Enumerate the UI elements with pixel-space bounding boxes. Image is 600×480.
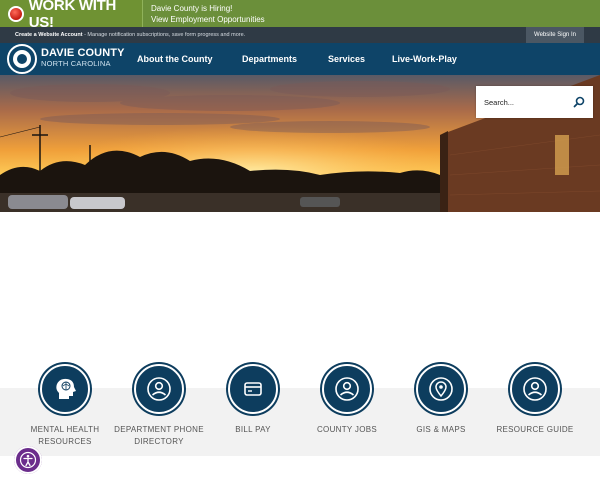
- quick-link-gis-maps[interactable]: GIS & MAPS: [391, 364, 491, 436]
- quick-link-circle[interactable]: [40, 364, 90, 414]
- nav-item-services[interactable]: Services: [328, 54, 365, 64]
- hiring-line-2: View Employment Opportunities: [151, 14, 265, 24]
- work-with-us-title: WORK WITH US!: [28, 0, 117, 31]
- account-message: Create a Website Account - Manage notifi…: [15, 32, 245, 38]
- brand-subtitle: NORTH CAROLINA: [41, 59, 111, 68]
- quick-link-label: MENTAL HEALTH RESOURCES: [30, 425, 100, 446]
- quick-link-circle[interactable]: [134, 364, 184, 414]
- red-dot-icon: [8, 5, 24, 22]
- quick-link-mental-health[interactable]: MENTAL HEALTH RESOURCES: [15, 364, 115, 448]
- work-with-us-badge[interactable]: WORK WITH US!: [0, 0, 143, 31]
- seal-emblem-icon: [13, 50, 31, 68]
- county-seal-logo[interactable]: [7, 44, 37, 74]
- nav-item-departments[interactable]: Departments: [242, 54, 297, 64]
- account-description: - Manage notification subscriptions, sav…: [82, 32, 246, 38]
- search-box: [476, 86, 593, 118]
- quick-link-circle[interactable]: [510, 364, 560, 414]
- quick-link-label: COUNTY JOBS: [316, 425, 378, 434]
- quick-link-circle[interactable]: [416, 364, 466, 414]
- create-account-link[interactable]: Create a Website Account: [15, 32, 83, 38]
- search-icon[interactable]: [573, 96, 585, 108]
- quick-link-county-jobs[interactable]: COUNTY JOBS: [297, 364, 397, 436]
- hiring-text[interactable]: Davie County is Hiring! View Employment …: [143, 0, 265, 27]
- quick-link-circle[interactable]: [322, 364, 372, 414]
- quick-link-label: DEPARTMENT PHONE DIRECTORY: [114, 425, 204, 446]
- brain-head-icon: [56, 378, 76, 399]
- quick-link-label: BILL PAY: [235, 425, 271, 434]
- quick-link-label: GIS & MAPS: [416, 425, 466, 434]
- quick-link-circle[interactable]: [228, 364, 278, 414]
- credit-card-icon: [244, 382, 262, 396]
- nav-item-about[interactable]: About the County: [137, 54, 213, 64]
- brand-link[interactable]: DAVIE COUNTY NORTH CAROLINA: [41, 48, 125, 69]
- accessibility-icon: [19, 451, 37, 469]
- quick-link-resource-guide[interactable]: RESOURCE GUIDE: [485, 364, 585, 436]
- person-icon: [335, 377, 359, 401]
- website-sign-in-button[interactable]: Website Sign In: [526, 27, 584, 43]
- person-icon: [523, 377, 547, 401]
- accessibility-button[interactable]: [14, 446, 42, 474]
- hiring-banner[interactable]: WORK WITH US! Davie County is Hiring! Vi…: [0, 0, 600, 31]
- quick-link-label: RESOURCE GUIDE: [496, 425, 574, 434]
- person-icon: [147, 377, 171, 401]
- account-bar: Create a Website Account - Manage notifi…: [0, 27, 600, 43]
- nav-item-live-work-play[interactable]: Live-Work-Play: [392, 54, 457, 64]
- brand-name: DAVIE COUNTY: [41, 47, 125, 59]
- main-nav: DAVIE COUNTY NORTH CAROLINA About the Co…: [0, 43, 600, 75]
- hiring-line-1: Davie County is Hiring!: [151, 3, 233, 13]
- quick-link-phone-directory[interactable]: DEPARTMENT PHONE DIRECTORY: [109, 364, 209, 448]
- map-pin-icon: [429, 377, 453, 401]
- quick-link-bill-pay[interactable]: BILL PAY: [203, 364, 303, 436]
- search-input[interactable]: [484, 97, 572, 107]
